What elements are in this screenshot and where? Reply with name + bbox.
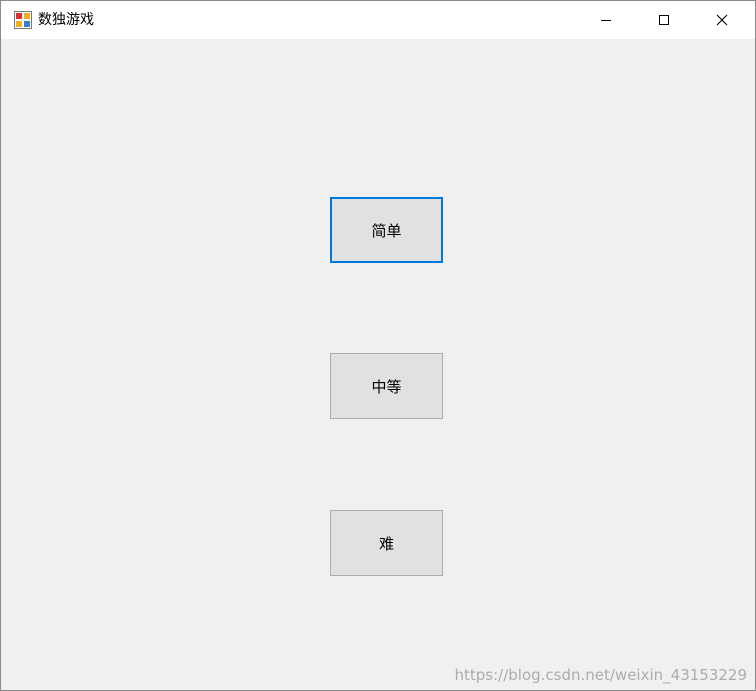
sudoku-window: 数独游戏 简单 中等 难 https://blog.csdn.net/weixi…: [0, 0, 756, 691]
watermark-text: https://blog.csdn.net/weixin_43153229: [454, 666, 747, 684]
medium-button[interactable]: 中等: [330, 353, 443, 419]
minimize-button[interactable]: [583, 1, 629, 39]
client-area: 简单 中等 难 https://blog.csdn.net/weixin_431…: [1, 39, 755, 690]
maximize-icon: [658, 11, 670, 30]
hard-button[interactable]: 难: [330, 510, 443, 576]
title-bar[interactable]: 数独游戏: [1, 1, 755, 39]
easy-button[interactable]: 简单: [330, 197, 443, 263]
medium-button-label: 中等: [371, 377, 402, 396]
minimize-icon: [600, 11, 612, 30]
maximize-button[interactable]: [641, 1, 687, 39]
window-title: 数独游戏: [38, 12, 94, 28]
easy-button-label: 简单: [371, 221, 402, 240]
close-icon: [716, 11, 728, 30]
app-icon: [14, 11, 32, 29]
hard-button-label: 难: [378, 534, 394, 553]
close-button[interactable]: [699, 1, 745, 39]
